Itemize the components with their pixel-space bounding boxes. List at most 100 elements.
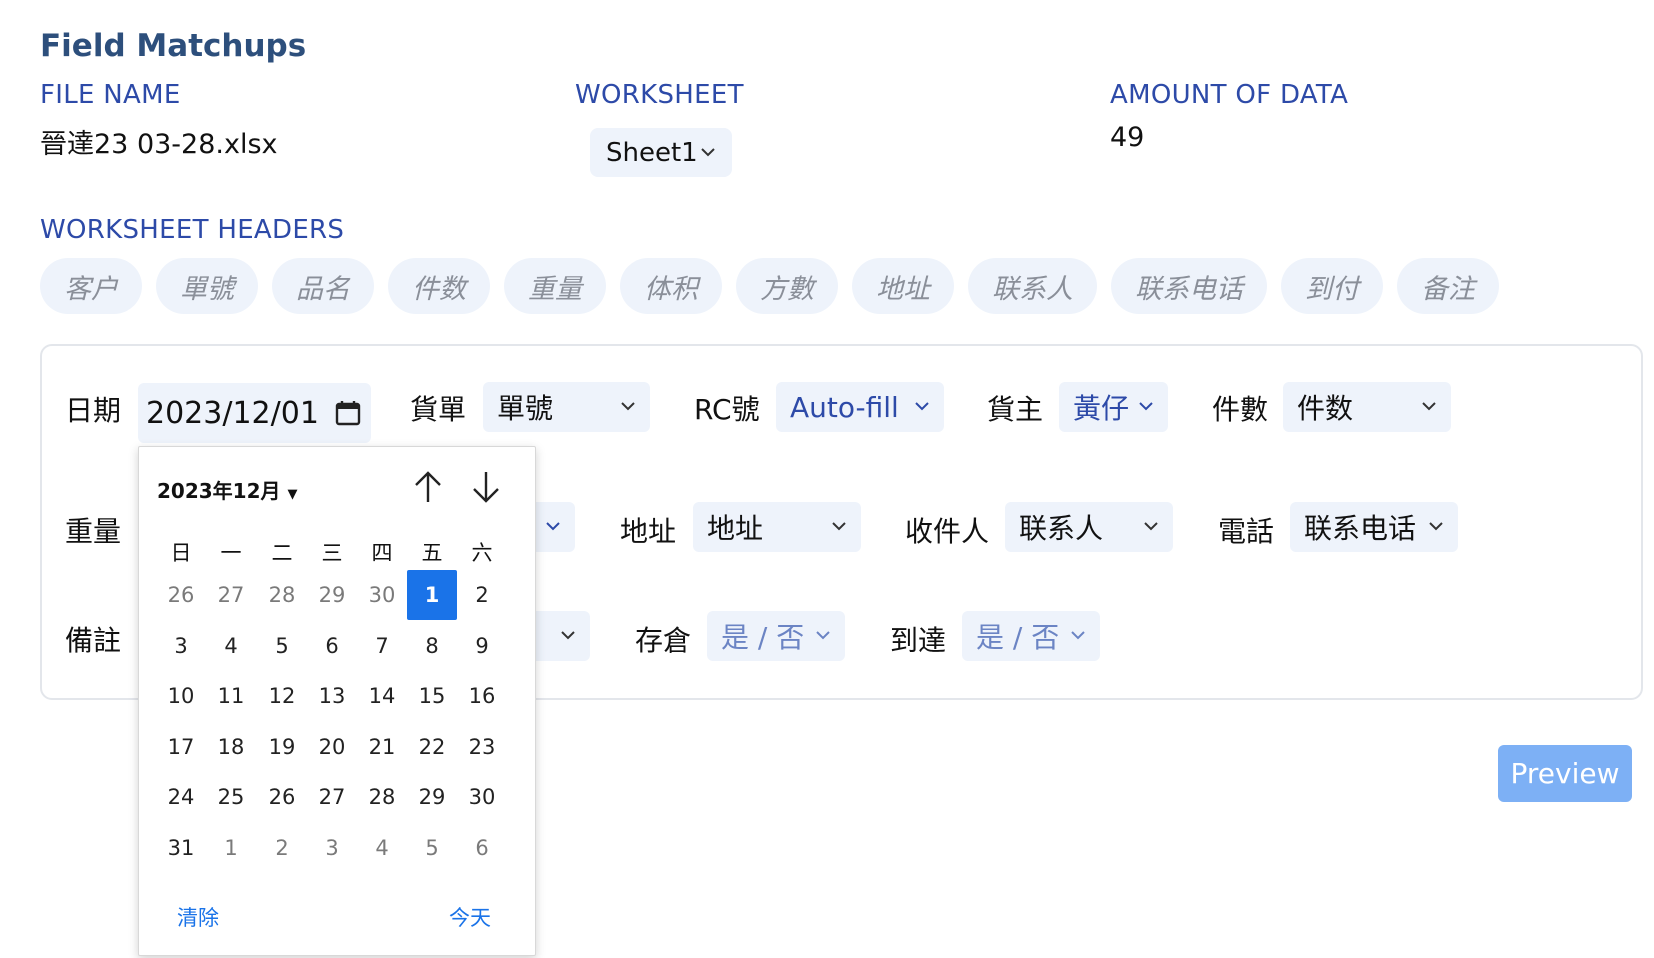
header-chip[interactable]: 方數 bbox=[736, 258, 838, 314]
header-chip[interactable]: 地址 bbox=[852, 258, 954, 314]
calendar-day[interactable]: 5 bbox=[407, 823, 457, 873]
calendar-day[interactable]: 31 bbox=[156, 823, 206, 873]
header-chip[interactable]: 客户 bbox=[40, 258, 142, 314]
phone-label: 電話 bbox=[1218, 515, 1275, 548]
calendar-day[interactable]: 1 bbox=[206, 823, 256, 873]
weight-label: 重量 bbox=[65, 515, 122, 548]
calendar-day[interactable]: 23 bbox=[457, 722, 507, 772]
calendar-day[interactable]: 29 bbox=[407, 772, 457, 822]
calendar-day[interactable]: 6 bbox=[457, 823, 507, 873]
calendar-day[interactable]: 4 bbox=[357, 823, 407, 873]
calendar-day[interactable]: 10 bbox=[156, 671, 206, 721]
header-chip[interactable]: 單號 bbox=[156, 258, 258, 314]
header-chip[interactable]: 体积 bbox=[620, 258, 722, 314]
calendar-day[interactable]: 3 bbox=[156, 621, 206, 671]
header-chip[interactable]: 件数 bbox=[388, 258, 490, 314]
weekday-label: 四 bbox=[371, 541, 393, 565]
calendar-day[interactable]: 20 bbox=[307, 722, 357, 772]
chevron-down-icon bbox=[1071, 631, 1085, 640]
calendar-day[interactable]: 12 bbox=[257, 671, 307, 721]
bill-label: 貨單 bbox=[410, 393, 467, 426]
calendar-day[interactable]: 14 bbox=[357, 671, 407, 721]
calendar-day[interactable]: 30 bbox=[457, 772, 507, 822]
phone-select-value: 联系电话 bbox=[1304, 512, 1417, 545]
calendar-day[interactable]: 11 bbox=[206, 671, 256, 721]
date-input[interactable]: 2023/12/01 bbox=[138, 383, 371, 443]
calendar-day[interactable]: 22 bbox=[407, 722, 457, 772]
calendar-day[interactable]: 29 bbox=[307, 570, 357, 620]
remark-label: 備註 bbox=[65, 624, 122, 657]
arrive-select[interactable]: 是 / 否 bbox=[962, 611, 1100, 661]
header-chip[interactable]: 联系人 bbox=[968, 258, 1097, 314]
header-chip[interactable]: 备注 bbox=[1397, 258, 1499, 314]
weekday-label: 一 bbox=[220, 541, 242, 565]
calendar-icon[interactable] bbox=[335, 399, 361, 427]
phone-select[interactable]: 联系电话 bbox=[1290, 502, 1458, 552]
rc-select-value: Auto-fill bbox=[790, 390, 899, 424]
calendar-day[interactable]: 15 bbox=[407, 671, 457, 721]
calendar-day[interactable]: 28 bbox=[357, 772, 407, 822]
chevron-down-icon bbox=[832, 522, 846, 531]
calendar-day[interactable]: 27 bbox=[307, 772, 357, 822]
bill-select[interactable]: 單號 bbox=[483, 382, 650, 432]
chevron-down-icon bbox=[1144, 522, 1158, 531]
calendar-day[interactable]: 28 bbox=[257, 570, 307, 620]
calendar-day[interactable]: 26 bbox=[156, 570, 206, 620]
today-button[interactable]: 今天 bbox=[449, 902, 491, 932]
weekday-label: 日 bbox=[170, 541, 192, 565]
count-select[interactable]: 件数 bbox=[1283, 382, 1451, 432]
weekday-label: 三 bbox=[321, 541, 343, 565]
calendar-day[interactable]: 13 bbox=[307, 671, 357, 721]
chevron-down-icon bbox=[1422, 402, 1436, 411]
owner-select[interactable]: 黃仔 bbox=[1059, 382, 1168, 432]
calendar-day[interactable]: 5 bbox=[257, 621, 307, 671]
chevron-down-icon bbox=[1429, 522, 1443, 531]
arrive-select-value: 是 / 否 bbox=[976, 621, 1060, 654]
calendar-day[interactable]: 16 bbox=[457, 671, 507, 721]
calendar-day[interactable]: 2 bbox=[257, 823, 307, 873]
calendar-day[interactable]: 18 bbox=[206, 722, 256, 772]
calendar-day[interactable]: 26 bbox=[257, 772, 307, 822]
calendar-day[interactable]: 27 bbox=[206, 570, 256, 620]
calendar-day[interactable]: 19 bbox=[257, 722, 307, 772]
header-chip[interactable]: 联系电话 bbox=[1111, 258, 1267, 314]
rc-select[interactable]: Auto-fill bbox=[776, 382, 944, 432]
previous-month-arrow-icon[interactable] bbox=[411, 469, 445, 505]
calendar-day[interactable]: 17 bbox=[156, 722, 206, 772]
receiver-select[interactable]: 联系人 bbox=[1005, 502, 1173, 552]
count-select-value: 件数 bbox=[1297, 392, 1354, 425]
chevron-down-icon bbox=[816, 631, 830, 640]
calendar-day[interactable]: 3 bbox=[307, 823, 357, 873]
chevron-down-icon bbox=[1139, 402, 1153, 411]
calendar-day[interactable]: 7 bbox=[357, 621, 407, 671]
calendar-day[interactable]: 8 bbox=[407, 621, 457, 671]
calendar-day[interactable]: 24 bbox=[156, 772, 206, 822]
chevron-down-icon bbox=[915, 402, 929, 411]
header-chip[interactable]: 到付 bbox=[1281, 258, 1383, 314]
preview-button[interactable]: Preview bbox=[1498, 745, 1632, 802]
next-month-arrow-icon[interactable] bbox=[469, 469, 503, 505]
date-value: 2023/12/01 bbox=[146, 395, 319, 431]
worksheet-select[interactable]: Sheet1 bbox=[590, 128, 732, 177]
header-chip-list: 客户 單號 品名 件数 重量 体积 方數 地址 联系人 联系电话 到付 备注 bbox=[40, 258, 1499, 314]
header-chip[interactable]: 重量 bbox=[504, 258, 606, 314]
calendar-day[interactable]: 21 bbox=[357, 722, 407, 772]
owner-label: 貨主 bbox=[987, 393, 1044, 426]
storage-select[interactable]: 是 / 否 bbox=[707, 611, 845, 661]
month-year-label: 2023年12月 bbox=[157, 479, 281, 503]
calendar-day[interactable]: 6 bbox=[307, 621, 357, 671]
calendar-day[interactable]: 1 bbox=[407, 570, 457, 620]
calendar-day[interactable]: 30 bbox=[357, 570, 407, 620]
weekday-label: 五 bbox=[421, 541, 443, 565]
calendar-day[interactable]: 2 bbox=[457, 570, 507, 620]
calendar-day[interactable]: 9 bbox=[457, 621, 507, 671]
month-year-selector[interactable]: 2023年12月 ▼ bbox=[157, 475, 297, 504]
calendar-day[interactable]: 25 bbox=[206, 772, 256, 822]
address-select[interactable]: 地址 bbox=[693, 502, 861, 552]
receiver-label: 收件人 bbox=[905, 515, 990, 548]
header-chip[interactable]: 品名 bbox=[272, 258, 374, 314]
worksheet-label: WORKSHEET bbox=[575, 80, 744, 110]
clear-date-button[interactable]: 清除 bbox=[177, 902, 219, 932]
calendar-day[interactable]: 4 bbox=[206, 621, 256, 671]
worksheet-headers-label: WORKSHEET HEADERS bbox=[40, 215, 345, 245]
